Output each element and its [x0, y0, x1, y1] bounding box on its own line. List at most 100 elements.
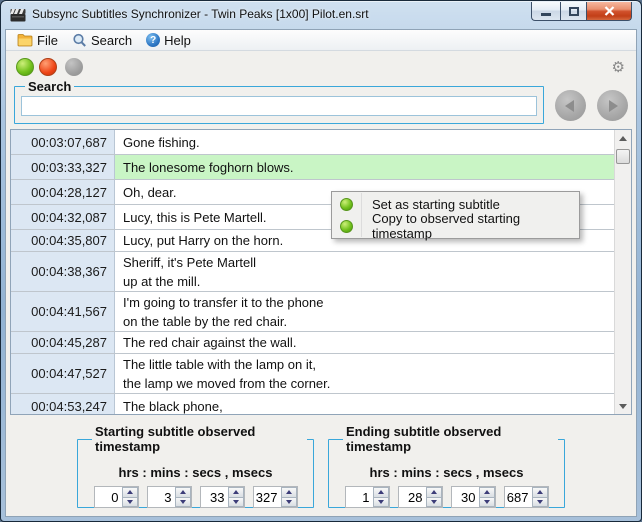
starting-mins-spinner — [146, 486, 192, 508]
scrollbar-thumb[interactable] — [616, 149, 630, 164]
context-menu-icon-col — [332, 193, 361, 215]
search-icon — [73, 33, 86, 47]
spin-down-icon — [536, 499, 543, 504]
app-clapperboard-icon[interactable] — [10, 7, 26, 23]
minimize-button[interactable] — [531, 2, 560, 21]
spin-down-button[interactable] — [280, 497, 297, 507]
timestamp-cell: 00:04:41,567 — [11, 292, 115, 331]
search-next-button[interactable] — [597, 90, 628, 121]
starting-spinners — [84, 486, 307, 508]
app-window: Subsync Subtitles Synchronizer - Twin Pe… — [0, 0, 642, 522]
ending-secs-input[interactable] — [451, 487, 479, 507]
search-previous-button[interactable] — [555, 90, 586, 121]
spin-down-icon — [179, 499, 186, 504]
maximize-button[interactable] — [560, 2, 587, 21]
ending-msecs-spinner — [503, 486, 549, 508]
close-icon — [604, 6, 614, 16]
vertical-scrollbar[interactable] — [614, 130, 631, 414]
menubar: File Search ? Help — [6, 30, 636, 51]
context-menu-item-copy-timestamp[interactable]: Copy to observed starting timestamp — [332, 211, 579, 241]
spin-down-button[interactable] — [478, 497, 495, 507]
spin-down-button[interactable] — [372, 497, 389, 507]
table-row[interactable]: 00:03:07,687 Gone fishing. — [11, 130, 614, 155]
spin-down-button[interactable] — [121, 497, 138, 507]
search-input[interactable] — [21, 96, 537, 116]
search-nav-buttons — [555, 90, 628, 121]
red-status-button[interactable] — [39, 58, 57, 76]
table-row[interactable]: 00:04:47,527 The little table with the l… — [11, 354, 614, 394]
close-button[interactable] — [587, 2, 632, 21]
spin-down-icon — [126, 499, 133, 504]
spin-up-icon — [536, 490, 543, 495]
minimize-icon — [541, 12, 551, 16]
arrow-right-icon — [609, 99, 618, 112]
spin-up-button[interactable] — [174, 487, 191, 498]
green-status-button[interactable] — [16, 58, 34, 76]
spin-down-icon — [285, 499, 292, 504]
spin-up-button[interactable] — [531, 487, 548, 498]
starting-mins-input[interactable] — [147, 487, 175, 507]
subtitle-rows: 00:03:07,687 Gone fishing. 00:03:33,327 … — [11, 130, 614, 414]
spinner-buttons — [174, 487, 191, 507]
scroll-up-button[interactable] — [615, 130, 631, 146]
starting-secs-spinner — [199, 486, 245, 508]
subtitle-text-cell: The black phone, — [123, 398, 223, 414]
search-groupbox-legend: Search — [28, 79, 72, 94]
starting-msecs-spinner — [252, 486, 298, 508]
spin-down-button[interactable] — [531, 497, 548, 507]
table-row[interactable]: 00:04:45,287 The red chair against the w… — [11, 332, 614, 354]
help-icon: ? — [146, 33, 161, 47]
spin-up-icon — [483, 490, 490, 495]
gray-status-button[interactable] — [65, 58, 83, 76]
starting-hrs-input[interactable] — [94, 487, 122, 507]
table-row[interactable]: 00:04:41,567 I'm going to transfer it to… — [11, 292, 614, 332]
menu-search[interactable]: Search — [65, 30, 139, 51]
starting-msecs-input[interactable] — [253, 487, 281, 507]
menu-help[interactable]: ? Help — [139, 30, 198, 51]
spinner-buttons — [280, 487, 297, 507]
timestamp-cell: 00:04:32,087 — [11, 205, 115, 229]
settings-gear-icon[interactable]: ⚙ — [612, 59, 625, 75]
window-title: Subsync Subtitles Synchronizer - Twin Pe… — [32, 7, 369, 21]
context-menu: Set as starting subtitle Copy to observe… — [331, 191, 580, 241]
client-area: File Search ? Help ⚙ Search 00:03:07,687… — [5, 29, 637, 517]
spin-down-button[interactable] — [174, 497, 191, 507]
menu-file[interactable]: File — [10, 30, 65, 51]
folder-icon — [17, 34, 33, 47]
ending-hrs-input[interactable] — [345, 487, 373, 507]
ending-units-label: hrs : mins : secs , msecs — [369, 465, 524, 480]
starting-timestamp-groupbox: Starting subtitle observed timestamp hrs… — [77, 424, 314, 508]
spin-up-icon — [377, 490, 384, 495]
spinner-buttons — [478, 487, 495, 507]
spin-up-button[interactable] — [121, 487, 138, 498]
subtitle-table: 00:03:07,687 Gone fishing. 00:03:33,327 … — [10, 129, 632, 415]
spin-up-button[interactable] — [425, 487, 442, 498]
help-glyph: ? — [150, 34, 157, 46]
spin-down-button[interactable] — [227, 497, 244, 507]
ending-mins-input[interactable] — [398, 487, 426, 507]
spin-down-icon — [377, 499, 384, 504]
timestamp-cell: 00:04:53,247 — [11, 394, 115, 414]
spin-down-button[interactable] — [425, 497, 442, 507]
starting-units-label: hrs : mins : secs , msecs — [118, 465, 273, 480]
spinner-buttons — [227, 487, 244, 507]
table-row[interactable]: 00:04:38,367 Sheriff, it's Pete Martell … — [11, 252, 614, 292]
spin-up-button[interactable] — [280, 487, 297, 498]
ending-msecs-input[interactable] — [504, 487, 532, 507]
starting-secs-input[interactable] — [200, 487, 228, 507]
spin-up-button[interactable] — [227, 487, 244, 498]
starting-timestamp-legend: Starting subtitle observed timestamp — [95, 424, 256, 454]
caption-buttons — [531, 2, 632, 21]
spin-up-button[interactable] — [478, 487, 495, 498]
green-ball-icon — [340, 219, 353, 233]
table-row[interactable]: 00:04:53,247 The black phone, — [11, 394, 614, 414]
spinner-buttons — [372, 487, 389, 507]
subtitle-text-cell: Sheriff, it's Pete Martell up at the mil… — [123, 254, 257, 289]
observed-timestamps-panel: Starting subtitle observed timestamp hrs… — [6, 424, 636, 508]
spin-up-icon — [232, 490, 239, 495]
subtitle-text-cell: I'm going to transfer it to the phone on… — [123, 294, 324, 329]
table-row-highlighted[interactable]: 00:03:33,327 The lonesome foghorn blows. — [11, 155, 614, 180]
scroll-down-button[interactable] — [615, 398, 631, 414]
spin-up-button[interactable] — [372, 487, 389, 498]
timestamp-cell: 00:04:35,807 — [11, 230, 115, 251]
